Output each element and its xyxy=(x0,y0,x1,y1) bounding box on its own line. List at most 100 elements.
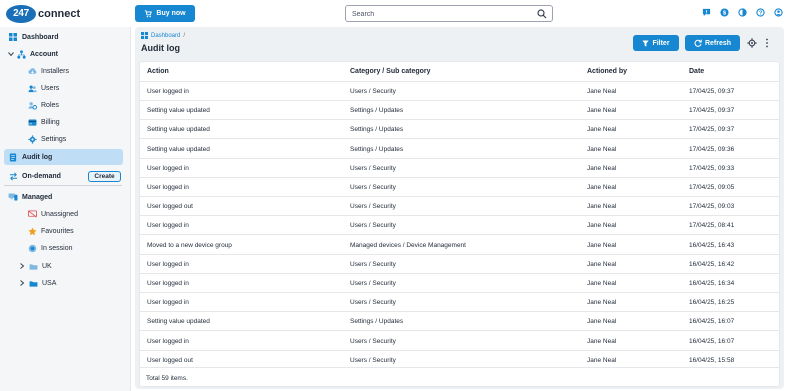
sidebar-item-in-session[interactable]: In session xyxy=(27,240,73,256)
cell-action: User logged in xyxy=(147,299,189,307)
table-row[interactable]: User logged in Users / Security Jane Neal 1… xyxy=(140,332,779,351)
cell-action: User logged in xyxy=(147,337,189,345)
search-input[interactable] xyxy=(352,9,532,19)
table-row[interactable]: User logged in Users / Security Jane Neal 1… xyxy=(140,216,779,236)
breadcrumb: Dashboard / xyxy=(141,32,185,39)
cell-action: User logged in xyxy=(147,164,189,172)
gear-icon xyxy=(27,134,37,144)
sidebar-item-roles[interactable]: Roles xyxy=(27,97,59,113)
logo-badge: 247 xyxy=(6,4,36,23)
logo-text: connect xyxy=(38,7,81,20)
cell-date: 17/04/25, 09:05 xyxy=(689,184,735,191)
kebab-icon xyxy=(766,38,768,48)
scrollbar[interactable] xyxy=(776,82,779,366)
more-options-button[interactable] xyxy=(765,38,769,50)
sidebar-item-dashboard[interactable]: Dashboard xyxy=(8,29,59,45)
sidebar-item-label: Billing xyxy=(41,118,60,126)
sidebar-item-label: USA xyxy=(42,279,57,287)
table-row[interactable]: User logged in Users / Security Jane Neal 1… xyxy=(140,274,779,293)
table-row[interactable]: User logged in Users / Security Jane Neal 1… xyxy=(140,293,779,313)
users-icon xyxy=(27,83,37,93)
table-row[interactable]: User logged in Users / Security Jane Neal 1… xyxy=(140,255,779,274)
sidebar-item-usa[interactable]: USA xyxy=(19,275,56,291)
column-header-date[interactable]: Date xyxy=(689,68,704,75)
table-row[interactable]: User logged in Users / Security Jane Neal 1… xyxy=(140,159,779,178)
chevron-down-icon[interactable] xyxy=(8,49,14,59)
cell-category: Users / Security xyxy=(350,260,396,268)
table-row[interactable]: Setting value updated Settings / Updates J… xyxy=(140,140,779,159)
table-row[interactable]: User logged in Users / Security Jane Neal 1… xyxy=(140,178,779,197)
chevron-right-icon[interactable] xyxy=(19,261,25,271)
message-icon[interactable] xyxy=(701,7,711,17)
sidebar-item-installers[interactable]: Installers xyxy=(27,63,69,79)
filter-button[interactable]: Filter xyxy=(633,35,679,51)
cell-date: 17/04/25, 09:37 xyxy=(689,126,735,134)
cell-date: 17/04/25, 09:33 xyxy=(689,164,735,172)
cell-action: User logged out xyxy=(147,356,193,364)
cell-action: Setting value updated xyxy=(147,318,210,326)
session-icon xyxy=(27,243,37,253)
sidebar-item-label: Unassigned xyxy=(41,210,78,218)
table-row[interactable]: Moved to a new device group Managed devic… xyxy=(140,236,779,255)
sidebar: Dashboard Account Installers Users Roles… xyxy=(0,27,131,391)
cell-actioned-by: Jane Neal xyxy=(587,318,617,326)
devices-icon xyxy=(8,192,18,202)
cell-actioned-by: Jane Neal xyxy=(587,184,617,191)
table-row[interactable]: User logged out Users / Security Jane Neal… xyxy=(140,197,779,217)
create-button[interactable]: Create xyxy=(88,171,121,182)
cell-date: 16/04/25, 16:43 xyxy=(689,241,735,249)
cell-actioned-by: Jane Neal xyxy=(587,107,617,115)
cell-date: 17/04/25, 09:36 xyxy=(689,145,735,153)
column-header-category[interactable]: Category / Sub category xyxy=(350,68,431,75)
sidebar-item-on-demand[interactable]: On-demand xyxy=(8,168,61,184)
top-bar: 247 connect Buy now $ ? xyxy=(0,0,787,27)
user-icon[interactable] xyxy=(773,7,783,17)
cell-actioned-by: Jane Neal xyxy=(587,145,617,153)
gear-icon xyxy=(747,38,757,48)
cell-category: Users / Security xyxy=(350,164,396,172)
sidebar-item-favourites[interactable]: Favourites xyxy=(27,223,74,239)
contrast-icon[interactable] xyxy=(737,7,747,17)
cell-date: 16/04/25, 15:58 xyxy=(689,356,735,364)
column-header-actioned-by[interactable]: Actioned by xyxy=(587,68,627,75)
svg-text:?: ? xyxy=(758,10,761,16)
sidebar-item-label: Account xyxy=(30,50,58,58)
cell-category: Users / Security xyxy=(350,280,396,287)
audit-log-icon xyxy=(8,152,18,162)
cell-category: Users / Security xyxy=(350,184,396,191)
buy-now-button[interactable]: Buy now xyxy=(135,5,195,22)
column-header-action[interactable]: Action xyxy=(147,68,169,75)
sidebar-item-billing[interactable]: Billing xyxy=(27,114,60,130)
cell-date: 16/04/25, 16:07 xyxy=(689,337,735,345)
breadcrumb-separator: / xyxy=(183,32,186,39)
sidebar-item-audit-log[interactable]: Audit log xyxy=(4,149,123,165)
search-icon[interactable] xyxy=(537,9,547,19)
sidebar-item-unassigned[interactable]: Unassigned xyxy=(27,206,78,222)
help-icon[interactable]: ? xyxy=(755,7,765,17)
roles-icon xyxy=(27,100,37,110)
table-row[interactable]: Setting value updated Settings / Updates J… xyxy=(140,312,779,332)
sidebar-item-settings[interactable]: Settings xyxy=(27,131,66,147)
cell-actioned-by: Jane Neal xyxy=(587,260,617,268)
cell-actioned-by: Jane Neal xyxy=(587,203,617,211)
logo[interactable]: 247 connect xyxy=(6,4,80,23)
cell-category: Users / Security xyxy=(350,88,396,95)
table-row[interactable]: Setting value updated Settings / Updates J… xyxy=(140,120,779,140)
main-panel: Dashboard / Audit log Filter Refresh Act… xyxy=(135,27,784,389)
dollar-icon[interactable]: $ xyxy=(719,7,729,17)
cell-date: 17/04/25, 09:03 xyxy=(689,203,735,211)
chevron-right-icon[interactable] xyxy=(19,278,25,288)
sidebar-item-label: Installers xyxy=(41,67,70,75)
table-row[interactable]: Setting value updated Settings / Updates J… xyxy=(140,101,779,121)
sidebar-item-uk[interactable]: UK xyxy=(19,258,52,274)
cell-actioned-by: Jane Neal xyxy=(587,126,617,134)
breadcrumb-link[interactable]: Dashboard xyxy=(151,33,180,39)
sidebar-item-account[interactable]: Account xyxy=(8,46,58,62)
search-box[interactable] xyxy=(345,5,553,22)
sidebar-item-users[interactable]: Users xyxy=(27,80,59,96)
table-row[interactable]: User logged in Users / Security Jane Neal 1… xyxy=(140,82,779,101)
cell-category: Settings / Updates xyxy=(350,126,404,134)
settings-gear-button[interactable] xyxy=(747,38,757,50)
refresh-button[interactable]: Refresh xyxy=(685,35,740,51)
sidebar-item-managed[interactable]: Managed xyxy=(8,189,52,205)
